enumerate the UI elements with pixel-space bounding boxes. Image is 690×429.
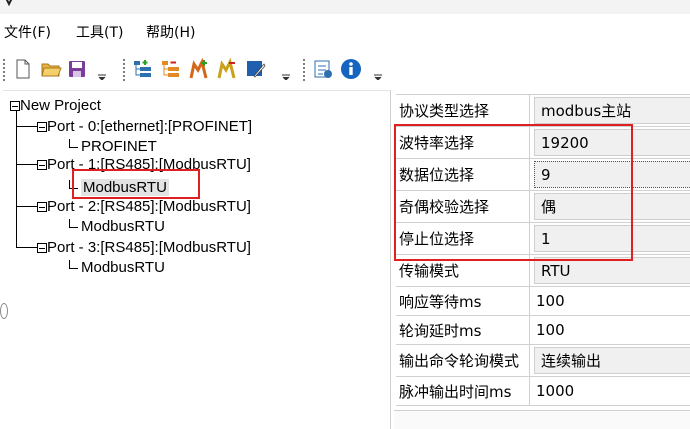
prop-row-poll-delay: 轮询延时ms 100 [396,316,690,345]
poll-delay-input[interactable]: 100 [530,316,690,344]
prop-row-pulse-time: 脉冲输出时间ms 1000 [396,377,690,406]
tree-node-label: PROFINET [81,138,157,155]
tree-node-label: Port - 2:[RS485]:[ModbusRTU] [47,198,251,215]
tree-line [69,139,78,148]
output-mode-select[interactable]: 连续输出 [534,347,690,374]
tree-node-label: New Project [20,97,101,114]
toolbar-overflow-icon[interactable] [98,74,106,80]
tree-line [69,219,78,228]
properties-icon[interactable] [312,58,334,80]
tree-line [16,111,17,248]
tree-node-root[interactable]: New Project [10,95,101,115]
tree-node-port-3[interactable]: Port - 3:[RS485]:[ModbusRTU] [37,237,251,257]
toolbar [0,48,690,90]
toolbar-overflow-icon[interactable] [374,74,382,80]
protocol-select[interactable]: modbus主站 [534,97,690,124]
response-wait-input[interactable]: 100 [530,287,690,315]
menu-file[interactable]: 文件(F) [4,22,51,42]
add-device-icon[interactable] [188,58,210,80]
highlight-box [394,124,633,261]
new-file-icon[interactable] [12,58,34,80]
highlight-box [72,169,200,199]
menu-bar: 文件(F) 工具(T) 帮助(H) [0,19,690,43]
tree-node-label: ModbusRTU [81,259,165,276]
transmission-mode-select[interactable]: RTU [534,257,690,284]
collapse-icon[interactable] [37,160,47,170]
tree-node-device-modbusrtu-2[interactable]: ModbusRTU [69,216,165,236]
toolbar-grip[interactable] [302,58,306,82]
tree-node-device-profinet[interactable]: PROFINET [69,136,157,156]
prop-name: 脉冲输出时间ms [396,377,530,405]
tree-node-port-0[interactable]: Port - 0:[ethernet]:[PROFINET] [37,116,252,136]
prop-row-output-mode: 输出命令轮询模式 连续输出 [396,345,690,377]
tree-line [17,126,37,127]
prop-name: 轮询延时ms [396,316,530,344]
collapse-icon[interactable] [37,202,47,212]
property-description-area [394,410,690,429]
toolbar-overflow-icon[interactable] [282,74,290,80]
property-panel: 协议类型选择 modbus主站 波特率选择 19200 数据位选择 9 奇偶校验… [394,90,690,429]
open-folder-icon[interactable] [40,58,62,80]
tree-line [17,206,37,207]
toolbar-grip[interactable] [122,58,126,82]
tree-line [17,164,37,165]
app-logo-icon [5,0,13,7]
toolbar-group-help [302,54,388,84]
menu-tools[interactable]: 工具(T) [76,22,123,42]
title-bar [0,0,690,14]
tree-line [17,247,37,248]
tree-line [69,260,78,269]
toolbar-group-device [122,54,294,84]
prop-row-protocol: 协议类型选择 modbus主站 [396,95,690,127]
prop-name: 输出命令轮询模式 [396,345,530,376]
splitter-handle[interactable] [0,303,8,319]
tree-node-label: Port - 3:[RS485]:[ModbusRTU] [47,239,251,256]
info-icon[interactable] [340,58,362,80]
project-tree-panel: New Project Port - 0:[ethernet]:[PROFINE… [0,90,391,429]
tree-node-label: ModbusRTU [81,218,165,235]
prop-row-response-wait: 响应等待ms 100 [396,287,690,316]
remove-device-icon[interactable] [216,58,238,80]
collapse-icon[interactable] [10,101,20,111]
tree-node-label: Port - 0:[ethernet]:[PROFINET] [47,118,253,135]
prop-name: 响应等待ms [396,287,530,315]
prop-name: 协议类型选择 [396,95,530,126]
tree-node-port-2[interactable]: Port - 2:[RS485]:[ModbusRTU] [37,196,251,216]
collapse-icon[interactable] [37,122,47,132]
toolbar-group-file [2,54,114,84]
collapse-icon[interactable] [37,243,47,253]
add-port-icon[interactable] [132,58,154,80]
pulse-time-input[interactable]: 1000 [530,377,690,405]
remove-port-icon[interactable] [160,58,182,80]
save-icon[interactable] [66,58,88,80]
edit-icon[interactable] [244,58,266,80]
menu-help[interactable]: 帮助(H) [146,22,195,42]
toolbar-grip[interactable] [2,58,6,82]
tree-node-device-modbusrtu-3[interactable]: ModbusRTU [69,257,165,277]
